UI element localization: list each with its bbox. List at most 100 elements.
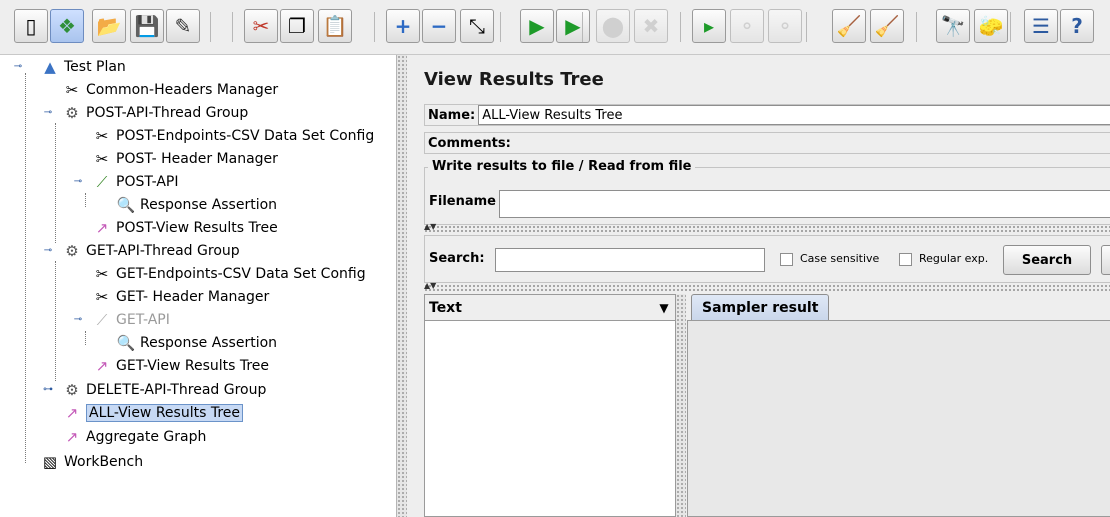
splitter-arrow-icon[interactable]: ▲▼	[424, 222, 436, 231]
copy-button[interactable]: ❐	[280, 9, 314, 43]
wrench-scissors-icon: ✂	[95, 265, 109, 283]
regular-exp-checkbox[interactable]	[899, 253, 912, 266]
main-splitter[interactable]	[397, 55, 407, 517]
clear-all-button[interactable]: 🧹	[870, 9, 904, 43]
file-group-legend: Write results to file / Read from file	[428, 159, 696, 174]
results-splitter[interactable]	[676, 294, 686, 517]
pipette-icon: ⟋	[96, 311, 108, 329]
cut-button[interactable]: ✂	[244, 9, 278, 43]
splitter-horizontal[interactable]	[424, 225, 1110, 232]
sampler-tabs: Sampler result	[687, 294, 1110, 517]
remote-stop-button[interactable]: ⚬	[730, 9, 764, 43]
tree-node-get-header[interactable]: ✂ GET- Header Manager	[92, 286, 270, 308]
tree-line	[55, 261, 56, 381]
tree-node-post-header[interactable]: ✂ POST- Header Manager	[92, 148, 278, 170]
expand-all-icon: +	[394, 14, 412, 38]
shutdown-button[interactable]: ✖	[634, 9, 668, 43]
tree-node-all-vrt[interactable]: ↗ ALL-View Results Tree	[62, 402, 244, 424]
reset-search-icon: 🧽	[978, 14, 1004, 38]
search-button[interactable]: Search	[1003, 245, 1091, 275]
name-row: Name: ALL-View Results Tree	[424, 104, 1110, 126]
graph-icon: ↗	[65, 428, 79, 446]
stop-button[interactable]: ⬤	[596, 9, 630, 43]
case-sensitive-checkbox[interactable]	[780, 253, 793, 266]
expand-all-button[interactable]: +	[386, 9, 420, 43]
collapse-toggle-icon[interactable]: ⊸	[73, 177, 83, 187]
tree-node-label: DELETE-API-Thread Group	[86, 382, 267, 398]
chevron-down-icon[interactable]: ▼	[653, 295, 675, 320]
test-plan-tree[interactable]: ▲ Test Plan ⊸ ✂ Common-Headers Manager ⚙…	[0, 55, 397, 517]
filename-label: Filename	[429, 194, 496, 209]
new-button[interactable]: ▯	[14, 9, 48, 43]
cut-icon: ✂	[252, 14, 270, 38]
clear-button[interactable]: 🧹	[832, 9, 866, 43]
toggle-icon: ⤡	[469, 14, 485, 38]
toolbar: ▯ ❖ 📂 💾 ✎ ✂ ❐ 📋 + − ⤡ ▶ ▶ ⬤ ✖ ▸ ⚬ ⚬ 🧹 🧹 🔭 🧽 ☰?	[0, 0, 1110, 55]
tree-node-label: GET-Endpoints-CSV Data Set Config	[116, 266, 366, 282]
tree-node-label: Response Assertion	[140, 197, 278, 213]
tree-node-common-headers[interactable]: ✂ Common-Headers Manager	[62, 79, 279, 101]
comments-field[interactable]	[514, 133, 1110, 153]
tree-node-get-group[interactable]: ⚙ GET-API-Thread Group	[62, 240, 240, 262]
reset-button[interactable]	[1101, 245, 1110, 275]
collapse-toggle-icon[interactable]: ⊸	[13, 62, 23, 72]
remote-shutdown-button[interactable]: ⚬	[768, 9, 802, 43]
tree-node-post-vrt[interactable]: ↗ POST-View Results Tree	[92, 217, 278, 239]
workbench-icon: ▧	[42, 453, 58, 471]
tree-node-post-api[interactable]: ⟋ POST-API	[92, 171, 179, 193]
start-button[interactable]: ▶	[520, 9, 554, 43]
open-button[interactable]: 📂	[92, 9, 126, 43]
tree-node-label: GET-API-Thread Group	[86, 243, 240, 259]
tree-node-label: Aggregate Graph	[86, 429, 207, 445]
save-button[interactable]: 💾	[130, 9, 164, 43]
templates-button[interactable]: ❖	[50, 9, 84, 43]
save-icon: 💾	[134, 14, 160, 38]
tree-node-get-vrt[interactable]: ↗ GET-View Results Tree	[92, 355, 269, 377]
splitter-horizontal[interactable]	[424, 284, 1110, 291]
gear-icon: ⚙	[65, 381, 79, 399]
collapse-toggle-icon[interactable]: ⊸	[73, 315, 83, 325]
start-no-pauses-button[interactable]: ▶	[556, 9, 590, 43]
help-button[interactable]: ?	[1060, 9, 1094, 43]
reset-search-button[interactable]: 🧽	[974, 9, 1008, 43]
remote-start-icon: ▸	[703, 14, 715, 38]
tree-node-post-group[interactable]: ⚙ POST-API-Thread Group	[62, 102, 248, 124]
tree-node-aggregate-graph[interactable]: ↗ Aggregate Graph	[62, 426, 207, 448]
tree-node-post-csv[interactable]: ✂ POST-Endpoints-CSV Data Set Config	[92, 125, 375, 147]
search-button[interactable]: 🔭	[936, 9, 970, 43]
tab-sampler-result[interactable]: Sampler result	[691, 294, 830, 321]
name-field[interactable]: ALL-View Results Tree	[478, 105, 1110, 125]
tree-node-get-csv[interactable]: ✂ GET-Endpoints-CSV Data Set Config	[92, 263, 366, 285]
splitter-arrow-icon[interactable]: ▲▼	[424, 281, 436, 290]
search-input[interactable]	[495, 248, 765, 272]
collapse-toggle-icon[interactable]: ⊸	[43, 246, 53, 256]
gear-icon: ⚙	[65, 104, 79, 122]
tree-node-post-assertion[interactable]: 🔍 Response Assertion	[116, 194, 277, 216]
renderer-select-value: Text	[429, 299, 462, 316]
collapse-all-button[interactable]: −	[422, 9, 456, 43]
wrench-scissors-icon: ✂	[95, 127, 109, 145]
tree-node-label: GET- Header Manager	[116, 289, 270, 305]
templates-icon: ❖	[58, 14, 76, 38]
filename-field[interactable]	[499, 190, 1110, 218]
toggle-button[interactable]: ⤡	[460, 9, 494, 43]
tree-node-label: POST-API	[116, 174, 179, 190]
paste-button[interactable]: 📋	[318, 9, 352, 43]
tree-line	[25, 73, 26, 463]
save-as-button[interactable]: ✎	[166, 9, 200, 43]
collapse-toggle-icon[interactable]: ⊸	[43, 108, 53, 118]
graph-icon: ↗	[65, 404, 79, 422]
tree-node-delete-group[interactable]: ⚙ DELETE-API-Thread Group	[62, 379, 266, 401]
remote-start-button[interactable]: ▸	[692, 9, 726, 43]
tree-node-get-api[interactable]: ⟋ GET-API	[92, 309, 170, 331]
tree-node-workbench[interactable]: ▧ WorkBench	[40, 451, 143, 473]
function-helper-button[interactable]: ☰	[1024, 9, 1058, 43]
tree-node-get-assertion[interactable]: 🔍 Response Assertion	[116, 332, 277, 354]
comments-label: Comments:	[428, 135, 511, 151]
remote-stop-icon: ⚬	[738, 14, 756, 38]
toolbar-separator	[916, 12, 917, 42]
expand-toggle-icon[interactable]: ⊶	[43, 385, 53, 395]
tree-node-test-plan[interactable]: ▲ Test Plan	[40, 56, 126, 78]
paste-icon: 📋	[322, 14, 348, 38]
renderer-select[interactable]: Text	[425, 295, 675, 321]
